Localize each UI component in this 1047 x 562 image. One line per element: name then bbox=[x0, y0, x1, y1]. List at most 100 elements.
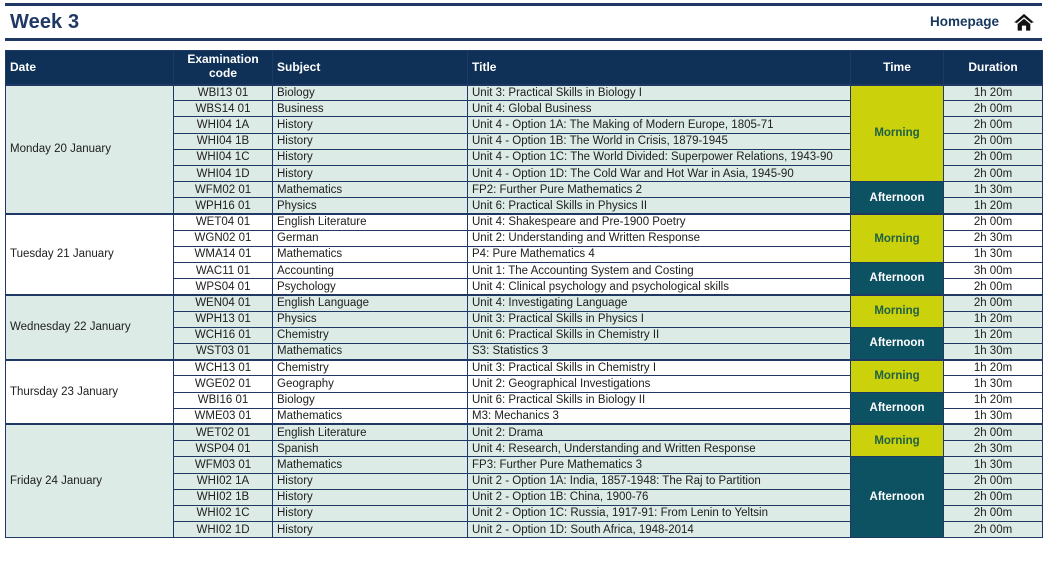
home-icon[interactable] bbox=[1013, 13, 1035, 32]
page-header: Week 3 Homepage bbox=[0, 6, 1047, 38]
exam-duration: 2h 30m bbox=[943, 440, 1043, 458]
exam-title: Unit 3: Practical Skills in Biology I bbox=[467, 83, 851, 102]
exam-duration: 2h 00m bbox=[943, 116, 1043, 134]
exam-duration: 1h 30m bbox=[943, 342, 1043, 361]
exam-code: WME03 01 bbox=[173, 407, 273, 425]
exam-title: Unit 4: Investigating Language bbox=[467, 293, 851, 312]
exam-session-morning: Morning bbox=[850, 293, 944, 328]
exam-title: Unit 2: Drama bbox=[467, 423, 851, 442]
header-rule-bottom bbox=[5, 38, 1042, 41]
exam-code: WCH13 01 bbox=[173, 358, 273, 377]
exam-subject: Psychology bbox=[272, 278, 468, 296]
exam-subject: History bbox=[272, 504, 468, 523]
exam-title: Unit 4 - Option 1D: The Cold War and Hot… bbox=[467, 164, 851, 183]
exam-title: Unit 3: Practical Skills in Chemistry I bbox=[467, 358, 851, 377]
exam-duration: 2h 00m bbox=[943, 148, 1043, 166]
exam-title: Unit 4 - Option 1B: The World in Crisis,… bbox=[467, 132, 851, 150]
exam-title: Unit 2 - Option 1A: India, 1857-1948: Th… bbox=[467, 472, 851, 490]
exam-title: Unit 1: The Accounting System and Costin… bbox=[467, 262, 851, 280]
exam-title: Unit 4: Research, Understanding and Writ… bbox=[467, 440, 851, 458]
exam-session-morning: Morning bbox=[850, 83, 944, 183]
exam-code: WPS04 01 bbox=[173, 278, 273, 296]
exam-subject: English Literature bbox=[272, 423, 468, 442]
exam-subject: Physics bbox=[272, 197, 468, 215]
exam-code: WHI02 1D bbox=[173, 521, 273, 539]
exam-title: Unit 4: Shakespeare and Pre-1900 Poetry bbox=[467, 212, 851, 231]
exam-title: P4: Pure Mathematics 4 bbox=[467, 245, 851, 264]
exam-code: WFM02 01 bbox=[173, 181, 273, 199]
exam-subject: History bbox=[272, 521, 468, 539]
exam-code: WST03 01 bbox=[173, 342, 273, 361]
exam-date: Friday 24 January bbox=[5, 423, 174, 539]
column-header-subject: Subject bbox=[272, 50, 468, 85]
exam-date: Monday 20 January bbox=[5, 83, 174, 215]
exam-code: WMA14 01 bbox=[173, 245, 273, 264]
exam-subject: Spanish bbox=[272, 440, 468, 458]
exam-duration: 1h 30m bbox=[943, 407, 1043, 425]
exam-code: WBS14 01 bbox=[173, 100, 273, 118]
exam-code: WAC11 01 bbox=[173, 262, 273, 280]
exam-date: Tuesday 21 January bbox=[5, 213, 174, 296]
exam-subject: Mathematics bbox=[272, 456, 468, 474]
exam-subject: History bbox=[272, 116, 468, 134]
table-row: Friday 24 January WET02 01 English Literat… bbox=[5, 423, 1043, 539]
table-head: Date Examination code Subject Title Time… bbox=[5, 50, 1043, 85]
exam-code: WBI13 01 bbox=[173, 83, 273, 102]
exam-code: WEN04 01 bbox=[173, 293, 273, 312]
homepage-link[interactable]: Homepage bbox=[930, 15, 999, 29]
exam-duration: 3h 00m bbox=[943, 262, 1043, 280]
exam-duration: 2h 00m bbox=[943, 472, 1043, 490]
column-header-examination-code: Examination code bbox=[173, 50, 273, 85]
exam-subject: Physics bbox=[272, 310, 468, 328]
exam-subject: Business bbox=[272, 100, 468, 118]
exam-title: Unit 4 - Option 1C: The World Divided: S… bbox=[467, 148, 851, 166]
exam-code: WHI02 1A bbox=[173, 472, 273, 490]
exam-subject: History bbox=[272, 132, 468, 150]
exam-title: FP2: Further Pure Mathematics 2 bbox=[467, 181, 851, 199]
table-row: Wednesday 22 January WEN04 01 English Lang… bbox=[5, 293, 1043, 361]
exam-session-afternoon: Afternoon bbox=[850, 456, 944, 539]
exam-title: Unit 6: Practical Skills in Physics II bbox=[467, 197, 851, 215]
exam-code: WFM03 01 bbox=[173, 456, 273, 474]
table-row: Monday 20 January WBI13 01 Biology Unit 3: … bbox=[5, 83, 1043, 215]
exam-subject: History bbox=[272, 488, 468, 506]
exam-subject: History bbox=[272, 148, 468, 166]
exam-subject: Biology bbox=[272, 83, 468, 102]
exam-code: WCH16 01 bbox=[173, 326, 273, 345]
exam-code: WGN02 01 bbox=[173, 229, 273, 247]
exam-code: WHI04 1A bbox=[173, 116, 273, 134]
exam-timetable: Date Examination code Subject Title Time… bbox=[5, 50, 1043, 539]
page-title: Week 3 bbox=[10, 11, 80, 33]
column-header-title: Title bbox=[467, 50, 851, 85]
exam-title: FP3: Further Pure Mathematics 3 bbox=[467, 456, 851, 474]
table-row: Tuesday 21 January WET04 01 English Litera… bbox=[5, 212, 1043, 296]
exam-session-afternoon: Afternoon bbox=[850, 326, 944, 361]
exam-session-morning: Morning bbox=[850, 358, 944, 393]
exam-duration: 2h 00m bbox=[943, 212, 1043, 231]
exam-subject: Geography bbox=[272, 375, 468, 393]
exam-subject: English Literature bbox=[272, 212, 468, 231]
exam-subject: History bbox=[272, 164, 468, 183]
exam-session-morning: Morning bbox=[850, 423, 944, 458]
exam-date: Thursday 23 January bbox=[5, 358, 174, 425]
exam-title: Unit 4: Clinical psychology and psycholo… bbox=[467, 278, 851, 296]
exam-subject: Chemistry bbox=[272, 358, 468, 377]
exam-title: Unit 2 - Option 1B: China, 1900-76 bbox=[467, 488, 851, 506]
exam-title: Unit 4: Global Business bbox=[467, 100, 851, 118]
table-row: Thursday 23 January WCH13 01 Chemistry Unit… bbox=[5, 358, 1043, 425]
exam-duration: 1h 30m bbox=[943, 245, 1043, 264]
exam-title: Unit 4 - Option 1A: The Making of Modern… bbox=[467, 116, 851, 134]
column-header-duration: Duration bbox=[943, 50, 1043, 85]
homepage-nav[interactable]: Homepage bbox=[930, 13, 1035, 32]
exam-session-afternoon: Afternoon bbox=[850, 262, 944, 296]
exam-title: Unit 2 - Option 1C: Russia, 1917-91: Fro… bbox=[467, 504, 851, 523]
exam-duration: 1h 20m bbox=[943, 391, 1043, 409]
exam-duration: 2h 30m bbox=[943, 229, 1043, 247]
exam-duration: 2h 00m bbox=[943, 488, 1043, 506]
exam-session-afternoon: Afternoon bbox=[850, 181, 944, 215]
exam-duration: 1h 20m bbox=[943, 83, 1043, 102]
exam-duration: 2h 00m bbox=[943, 132, 1043, 150]
exam-duration: 2h 00m bbox=[943, 100, 1043, 118]
column-header-date: Date bbox=[5, 50, 174, 85]
exam-title: M3: Mechanics 3 bbox=[467, 407, 851, 425]
